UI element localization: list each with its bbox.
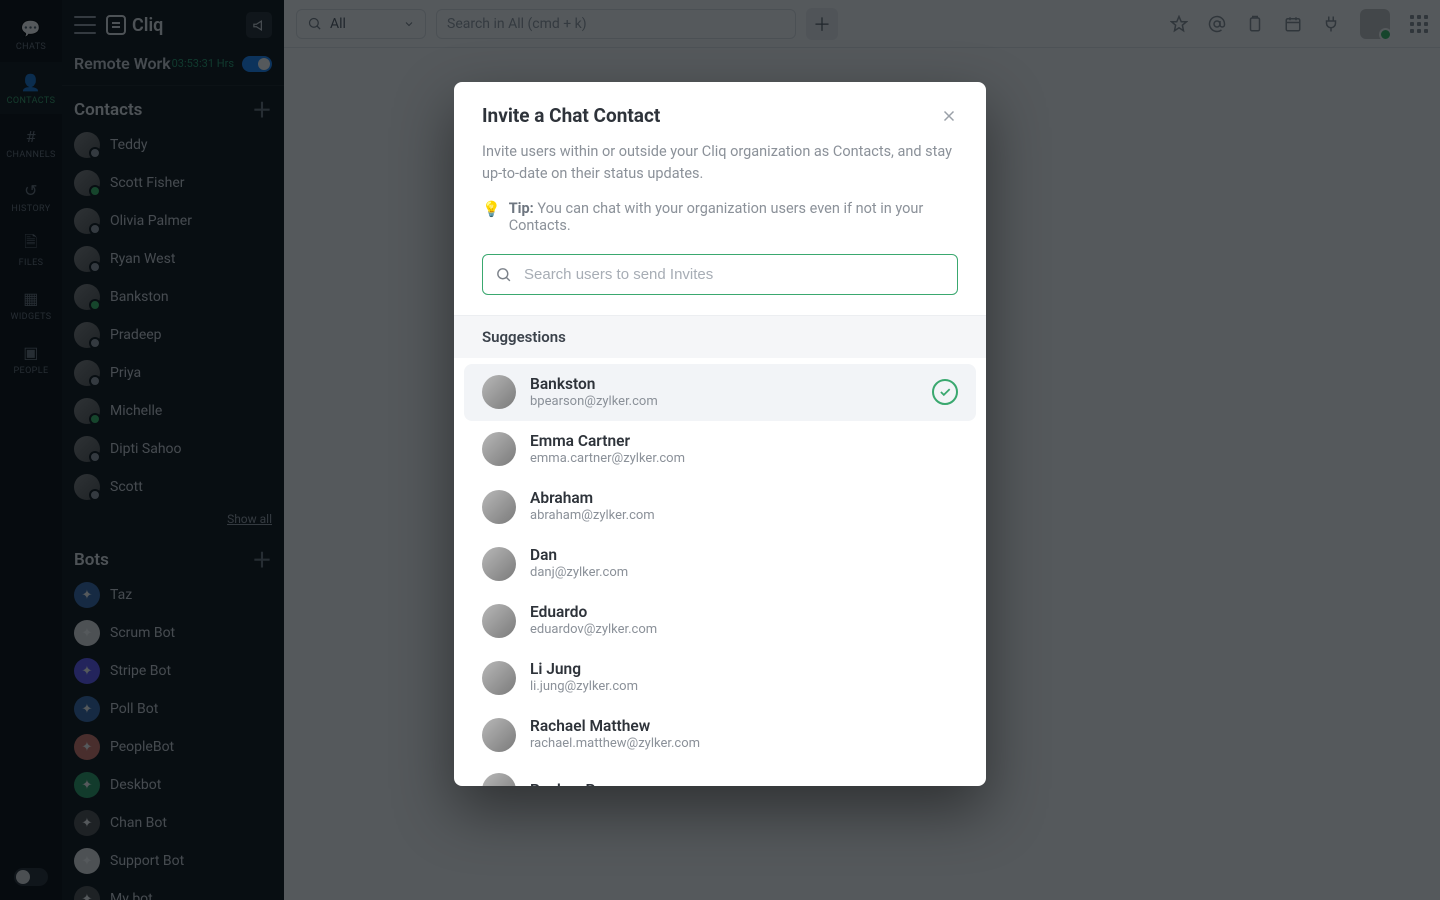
invite-contact-modal: Invite a Chat Contact Invite users withi… [454, 82, 986, 786]
suggestion-main: Abrahamabraham@zylker.com [530, 488, 655, 525]
suggestion-email: rachael.matthew@zylker.com [530, 736, 700, 753]
avatar [482, 490, 516, 524]
suggestion-main: Raghav Rao [530, 780, 612, 786]
modal-search[interactable] [482, 254, 958, 295]
modal-header: Invite a Chat Contact Invite users withi… [454, 82, 986, 254]
suggestion-row[interactable]: Bankstonbpearson@zylker.com [464, 364, 976, 421]
suggestion-name: Bankston [530, 374, 658, 394]
avatar [482, 773, 516, 786]
suggestion-name: Emma Cartner [530, 431, 685, 451]
avatar [482, 547, 516, 581]
suggestion-row[interactable]: Dandanj@zylker.com [464, 535, 976, 592]
suggestion-email: danj@zylker.com [530, 565, 628, 582]
suggestion-row[interactable]: Rachael Matthewrachael.matthew@zylker.co… [464, 706, 976, 763]
suggestion-main: Rachael Matthewrachael.matthew@zylker.co… [530, 716, 700, 753]
suggestion-main: Dandanj@zylker.com [530, 545, 628, 582]
avatar [482, 604, 516, 638]
suggestion-name: Dan [530, 545, 628, 565]
modal-tip: 💡 Tip: You can chat with your organizati… [482, 200, 958, 234]
modal-overlay[interactable]: Invite a Chat Contact Invite users withi… [0, 0, 1440, 900]
suggestion-name: Li Jung [530, 659, 638, 679]
suggestion-email: bpearson@zylker.com [530, 394, 658, 411]
suggestion-main: Emma Cartneremma.cartner@zylker.com [530, 431, 685, 468]
suggestion-name: Raghav Rao [530, 780, 612, 786]
suggestion-email: abraham@zylker.com [530, 508, 655, 525]
suggestion-main: Eduardoeduardov@zylker.com [530, 602, 657, 639]
modal-title: Invite a Chat Contact [482, 104, 660, 127]
search-icon [495, 266, 512, 283]
suggestion-email: li.jung@zylker.com [530, 679, 638, 696]
avatar [482, 432, 516, 466]
avatar [482, 718, 516, 752]
avatar [482, 375, 516, 409]
suggestion-main: Bankstonbpearson@zylker.com [530, 374, 658, 411]
modal-tip-label: Tip: [509, 200, 534, 217]
avatar [482, 661, 516, 695]
suggestion-name: Eduardo [530, 602, 657, 622]
suggestion-row[interactable]: Abrahamabraham@zylker.com [464, 478, 976, 535]
suggestion-row[interactable]: Emma Cartneremma.cartner@zylker.com [464, 421, 976, 478]
invite-search-input[interactable] [522, 265, 945, 284]
suggestions-header: Suggestions [454, 316, 986, 358]
suggestion-name: Abraham [530, 488, 655, 508]
modal-search-wrap [454, 254, 986, 316]
modal-close-button[interactable] [940, 107, 958, 125]
suggestion-row[interactable]: Eduardoeduardov@zylker.com [464, 592, 976, 649]
selected-check-icon [932, 379, 958, 405]
suggestion-main: Li Jungli.jung@zylker.com [530, 659, 638, 696]
suggestion-email: emma.cartner@zylker.com [530, 451, 685, 468]
suggestion-row[interactable]: Li Jungli.jung@zylker.com [464, 649, 976, 706]
suggestion-name: Rachael Matthew [530, 716, 700, 736]
suggestions-list: Bankstonbpearson@zylker.comEmma Cartnere… [454, 358, 986, 786]
suggestion-email: eduardov@zylker.com [530, 622, 657, 639]
modal-tip-text: You can chat with your organization user… [509, 200, 924, 234]
suggestion-row[interactable]: Raghav Rao [464, 763, 976, 786]
lightbulb-icon: 💡 [482, 200, 501, 220]
modal-description: Invite users within or outside your Cliq… [482, 141, 958, 186]
